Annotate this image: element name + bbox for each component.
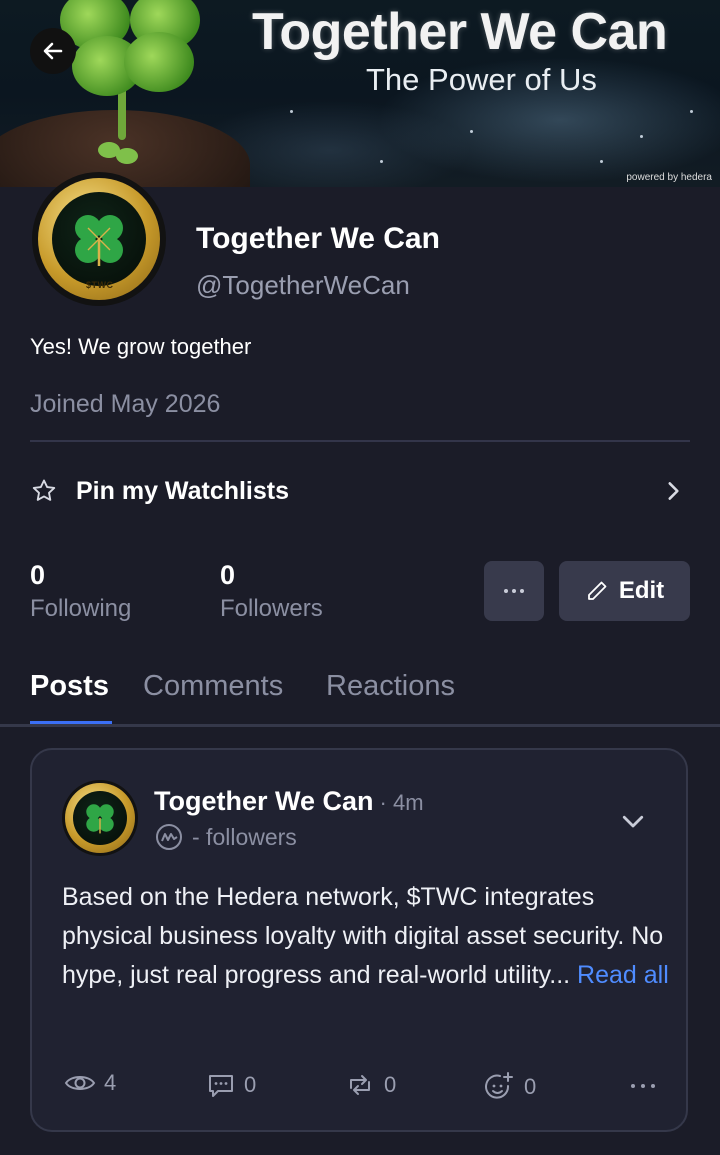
post-author-name[interactable]: Together We Can · 4m (154, 786, 424, 817)
post-time: · 4m (379, 790, 424, 815)
comments-count: 0 (244, 1072, 257, 1097)
profile-banner: Together We Can The Power of Us powered … (0, 0, 720, 187)
repost-action[interactable]: 0 (344, 1070, 396, 1100)
repost-icon (350, 1075, 370, 1095)
coinmarketcap-icon (156, 824, 182, 850)
star-icon (32, 479, 56, 501)
post-more-button[interactable] (628, 1082, 658, 1090)
banner-star (380, 160, 383, 163)
post-body-text: Based on the Hedera network, $TWC integr… (62, 883, 664, 989)
pin-watchlists-label: Pin my Watchlists (76, 476, 290, 505)
more-icon (631, 1084, 655, 1088)
post-visibility-label: - followers (192, 823, 297, 850)
reaction-add-icon (485, 1072, 513, 1099)
banner-sprout (116, 148, 138, 164)
edit-profile-button[interactable]: Edit (559, 561, 690, 621)
post-body: Based on the Hedera network, $TWC integr… (62, 878, 672, 995)
avatar-coin-center (52, 192, 146, 286)
post-actions: 4 0 0 0 (62, 1066, 662, 1106)
post-author-avatar[interactable] (62, 780, 138, 856)
post-avatar-coin (65, 783, 135, 853)
profile-handle: @TogetherWeCan (196, 270, 410, 300)
profile-joined-date: Joined May 2026 (30, 390, 221, 418)
clover-icon (86, 804, 114, 834)
banner-star (640, 135, 643, 138)
read-all-link[interactable]: Read all (577, 961, 669, 989)
banner-star (470, 130, 473, 133)
tab-comments[interactable]: Comments (143, 670, 283, 703)
following-stat[interactable]: 0 Following (30, 560, 131, 623)
reaction-action[interactable]: 0 (482, 1070, 536, 1104)
avatar-tag: $TWC (86, 280, 114, 290)
pencil-icon (587, 581, 607, 600)
reactions-count: 0 (524, 1074, 537, 1099)
post-card[interactable]: Together We Can · 4m - followers Based on… (30, 748, 688, 1132)
active-tab-indicator (30, 721, 112, 724)
views-action[interactable]: 4 (64, 1070, 116, 1096)
banner-title: Together We Can (252, 3, 668, 61)
more-options-button[interactable] (484, 561, 544, 621)
followers-count: 0 (220, 560, 236, 590)
reposts-count: 0 (384, 1072, 397, 1097)
avatar-coin: $TWC (38, 178, 160, 300)
tab-reactions[interactable]: Reactions (326, 670, 455, 703)
post-visibility: - followers (154, 822, 297, 852)
profile-tabs: Posts Comments Reactions (0, 668, 720, 727)
more-icon (504, 589, 524, 593)
following-label: Following (30, 595, 132, 622)
pin-watchlists-row[interactable]: Pin my Watchlists (30, 468, 690, 514)
comment-action[interactable]: 0 (206, 1070, 256, 1100)
edit-label: Edit (618, 577, 665, 604)
clover-icon (75, 215, 123, 266)
chevron-down-icon[interactable] (618, 806, 648, 836)
eye-icon (64, 1076, 96, 1090)
banner-subtitle: The Power of Us (366, 62, 597, 97)
profile-bio: Yes! We grow together (30, 334, 252, 359)
post-author-name-text: Together We Can (154, 786, 374, 816)
tab-posts[interactable]: Posts (30, 670, 109, 703)
banner-leaf (124, 32, 194, 92)
chevron-right-icon (668, 482, 679, 500)
followers-stat[interactable]: 0 Followers (220, 560, 323, 623)
banner-star (290, 110, 293, 113)
back-arrow-icon (43, 42, 63, 60)
banner-powered-by: powered by hedera (626, 172, 712, 183)
post-avatar-coin-center (73, 791, 127, 845)
profile-avatar[interactable]: $TWC (32, 172, 166, 306)
back-button[interactable] (30, 28, 76, 74)
profile-name: Together We Can (196, 222, 440, 255)
divider (30, 440, 690, 442)
followers-label: Followers (220, 595, 323, 622)
banner-star (690, 110, 693, 113)
views-count: 4 (104, 1070, 117, 1095)
following-count: 0 (30, 560, 46, 590)
comment-icon (209, 1075, 233, 1097)
banner-star (600, 160, 603, 163)
